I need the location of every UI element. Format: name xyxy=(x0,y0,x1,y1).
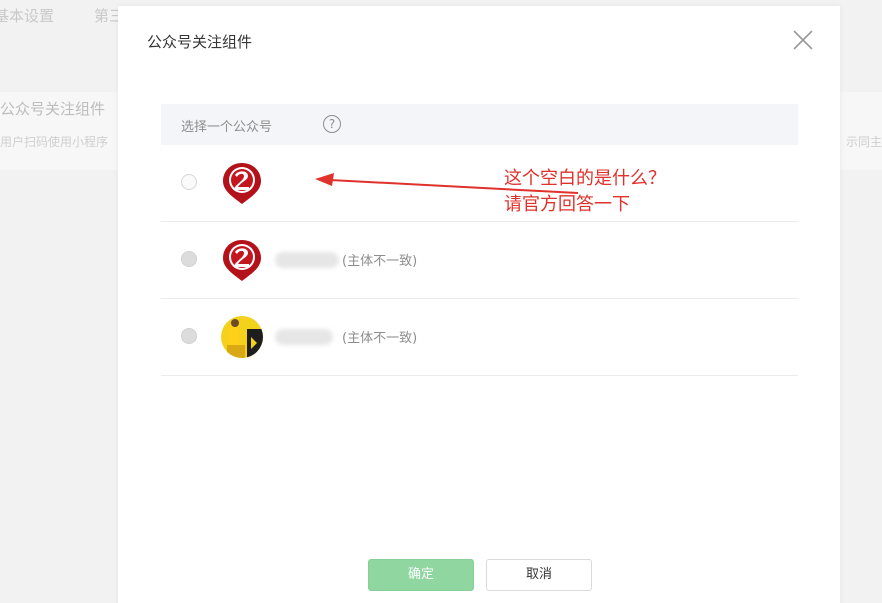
yellow-photo-avatar xyxy=(221,316,263,358)
bg-section-desc: 用户扫码使用小程序 xyxy=(0,135,109,149)
cancel-button[interactable]: 取消 xyxy=(486,559,592,591)
account-row[interactable]: (主体不一致) xyxy=(161,299,798,376)
bg-section-desc-right: 示同主 xyxy=(846,135,882,149)
follow-component-dialog: 公众号关注组件 选择一个公众号 ? (主体不一致) (主体不一致) 这个空白的是… xyxy=(118,6,840,603)
account-radio[interactable] xyxy=(181,174,197,190)
confirm-button[interactable]: 确定 xyxy=(368,559,474,591)
red-badge-logo-avatar xyxy=(223,240,261,281)
close-icon[interactable] xyxy=(791,28,815,52)
blurred-account-name xyxy=(275,329,333,345)
question-annotation: 这个空白的是什么？ 请官方回答一下 xyxy=(504,166,666,218)
help-icon[interactable]: ? xyxy=(323,115,341,133)
select-account-header: 选择一个公众号 ? xyxy=(161,104,798,145)
bg-section-title: 公众号关注组件 xyxy=(0,100,106,118)
dialog-title: 公众号关注组件 xyxy=(147,33,253,51)
bg-tab-basic-settings[interactable]: 基本设置 xyxy=(0,5,54,26)
subject-mismatch-note: (主体不一致) xyxy=(342,331,418,346)
select-account-label: 选择一个公众号 xyxy=(181,120,273,135)
annotation-line-2: 请官方回答一下 xyxy=(504,194,630,215)
blurred-account-name xyxy=(275,252,339,268)
account-row[interactable]: (主体不一致) xyxy=(161,222,798,299)
annotation-line-1: 这个空白的是什么？ xyxy=(504,168,666,189)
account-radio[interactable] xyxy=(181,328,197,344)
account-radio[interactable] xyxy=(181,251,197,267)
subject-mismatch-note: (主体不一致) xyxy=(342,254,418,269)
red-badge-logo-avatar xyxy=(223,163,261,204)
